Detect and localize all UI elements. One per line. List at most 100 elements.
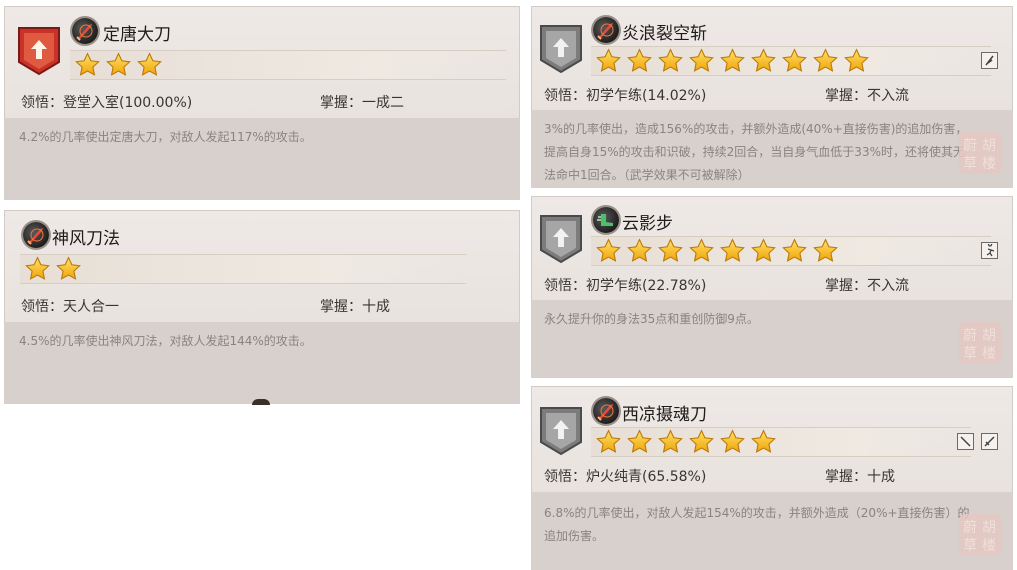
ornament-fragment [252,399,270,405]
mastery-value: 十成 [867,469,895,485]
star-icon [655,238,686,264]
star-icon [717,429,748,455]
seal-char: 蔚 [963,138,977,154]
mastery-label: 掌握： [320,299,362,315]
skill-type-toggle[interactable] [981,242,998,259]
mastery-row: 掌握：不入流 [825,275,909,295]
star-icon [593,238,624,264]
rank-shield-red-icon [17,24,61,80]
skill-name: 神风刀法 [52,229,120,249]
seal-char: 胡 [982,138,996,154]
comprehension-label: 领悟： [544,88,586,104]
sword-icon [593,17,619,43]
blade-icon [984,436,995,447]
comprehension-value: 天人合一 [63,299,119,315]
skill-name: 定唐大刀 [103,25,171,45]
star-icon [748,429,779,455]
mastery-value: 十成 [362,299,390,315]
mastery-label: 掌握： [825,469,867,485]
star-icon [134,52,165,78]
comprehension-value: 初学乍练(22.78%) [586,278,707,294]
sword-icon [593,398,619,424]
star-rating [591,46,991,76]
skill-card-yunying[interactable]: 云影步 领悟：初学乍练(22.78%) 掌握：不入流 永久提升你的身法35点和重… [531,196,1013,378]
rank-shield-gray-icon [539,404,583,460]
skill-card-yanlang[interactable]: 炎浪裂空斩 领悟：初学乍练(14.02%) 掌握：不入流 3%的几率使出，造成1… [531,6,1013,188]
mastery-value: 不入流 [867,88,909,104]
comprehension-value: 登堂入室(100.00%) [63,95,193,111]
star-icon [779,238,810,264]
skill-card-shenfeng[interactable]: 神风刀法 领悟：天人合一 掌握：十成 4.5%的几率使出神风刀法，对敌人发起14… [4,210,520,404]
star-icon [686,48,717,74]
star-icon [624,48,655,74]
seal-char: 楼 [982,538,996,554]
star-icon [779,48,810,74]
mastery-label: 掌握： [825,88,867,104]
comprehension-label: 领悟： [544,278,586,294]
skill-description: 4.5%的几率使出神风刀法，对敌人发起144%的攻击。 [19,334,312,348]
star-icon [841,48,872,74]
seal-char: 楼 [982,156,996,172]
star-icon [748,48,779,74]
skill-name: 炎浪裂空斩 [622,24,707,44]
mastery-value: 一成二 [362,95,404,111]
sword-icon [23,222,49,248]
description-area: 4.2%的几率使出定唐大刀，对敌人发起117%的攻击。 [4,118,520,200]
star-icon [624,429,655,455]
skill-type-toggle[interactable] [981,52,998,69]
mastery-value: 不入流 [867,278,909,294]
description-line: 3%的几率使出，造成156%的攻击，并额外造成(40%+直接伤害)的追加伤害， [544,122,968,136]
seal-char: 草 [963,346,977,362]
star-icon [686,238,717,264]
star-icon [22,256,53,282]
mastery-label: 掌握： [825,278,867,294]
seal-char: 草 [963,538,977,554]
skill-description: 4.2%的几率使出定唐大刀，对敌人发起117%的攻击。 [19,130,312,144]
comprehension-row: 领悟：登堂入室(100.00%) [21,92,192,112]
seal-char: 草 [963,156,977,172]
skill-name: 西凉摄魂刀 [622,405,707,425]
star-rating [591,427,971,457]
seal-char: 蔚 [963,328,977,344]
star-icon [72,52,103,78]
star-rating [20,254,466,284]
skill-card-dingtang[interactable]: 定唐大刀 领悟：登堂入室(100.00%) 掌握：一成二 4.2%的几率使出定唐… [4,6,520,200]
comprehension-label: 领悟： [21,95,63,111]
mastery-row: 掌握：十成 [825,466,895,486]
description-line: 6.8%的几率使出，对敌人发起154%的攻击，并额外造成（20%+直接伤害）的 [544,506,970,520]
mastery-label: 掌握： [320,95,362,111]
seal-stamp: 蔚 胡 草 楼 [959,132,1001,174]
comprehension-label: 领悟： [21,299,63,315]
star-icon [748,238,779,264]
seal-char: 胡 [982,520,996,536]
description-area: 3%的几率使出，造成156%的攻击，并额外造成(40%+直接伤害)的追加伤害， … [531,110,1013,188]
runner-icon [986,244,995,257]
comprehension-row: 领悟：炉火纯青(65.58%) [544,466,706,486]
description-area: 永久提升你的身法35点和重创防御9点。 蔚 胡 草 楼 [531,300,1013,378]
mastery-row: 掌握：不入流 [825,85,909,105]
rank-shield-gray-icon [539,22,583,78]
star-icon [593,48,624,74]
skill-description: 6.8%的几率使出，对敌人发起154%的攻击，并额外造成（20%+直接伤害）的 … [544,502,970,548]
star-icon [624,238,655,264]
star-rating [591,236,991,266]
skill-type-toggle-a[interactable] [957,433,974,450]
seal-char: 胡 [982,328,996,344]
description-line: 追加伤害。 [544,529,605,543]
feather-icon [985,55,994,66]
mastery-row: 掌握：十成 [320,296,390,316]
mastery-row: 掌握：一成二 [320,92,404,112]
star-rating [70,50,506,80]
description-line: 法命中1回合。（武学效果不可被解除） [544,168,750,182]
seal-stamp: 蔚 胡 草 楼 [959,514,1001,556]
star-icon [53,256,84,282]
skill-card-xiliang[interactable]: 西凉摄魂刀 领悟：炉火纯青(65.58%) 掌握：十成 6.8%的几率使出，对敌… [531,386,1013,570]
seal-char: 楼 [982,346,996,362]
skill-type-toggle-b[interactable] [981,433,998,450]
comprehension-row: 领悟：初学乍练(22.78%) [544,275,706,295]
star-icon [103,52,134,78]
rank-shield-gray-icon [539,212,583,268]
skill-name: 云影步 [622,214,673,234]
comprehension-label: 领悟： [544,469,586,485]
boot-icon [593,207,619,233]
